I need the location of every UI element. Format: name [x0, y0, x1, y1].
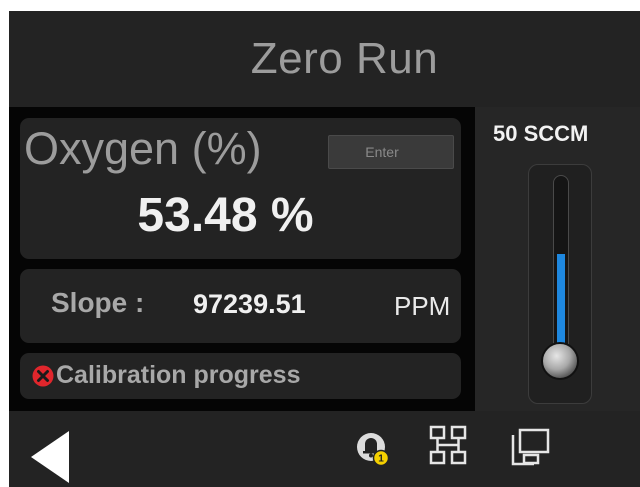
slope-value: 97239.51: [193, 289, 306, 319]
enter-button[interactable]: Enter: [328, 135, 454, 169]
flow-slider[interactable]: [528, 164, 592, 404]
computer-icon[interactable]: [510, 427, 550, 467]
calibration-panel: Calibration progress: [20, 353, 461, 399]
alarm-bell-icon[interactable]: 1: [356, 429, 390, 469]
bottom-bar: 1: [9, 411, 640, 487]
page-title: Zero Run: [250, 34, 439, 83]
oxygen-value: 53.48 %: [137, 189, 314, 242]
slope-unit: PPM: [394, 291, 451, 321]
device-screen: Zero Run Oxygen (%) Enter 53.48 % Slope …: [9, 11, 640, 487]
back-arrow-icon[interactable]: [27, 429, 73, 485]
flow-slider-knob[interactable]: [541, 342, 579, 380]
flow-label: 50 SCCM: [493, 121, 589, 146]
oxygen-label: Oxygen (%): [24, 123, 262, 174]
error-x-icon: [32, 365, 54, 387]
oxygen-panel: Oxygen (%) Enter 53.48 %: [20, 118, 461, 259]
network-icon[interactable]: [429, 425, 467, 465]
alarm-badge: 1: [378, 454, 384, 465]
calibration-label: Calibration progress: [56, 361, 301, 389]
flow-panel: 50 SCCM: [475, 107, 640, 411]
slope-panel: Slope : 97239.51 PPM: [20, 269, 461, 343]
title-bar: Zero Run: [9, 11, 640, 107]
slope-label: Slope :: [51, 287, 145, 318]
